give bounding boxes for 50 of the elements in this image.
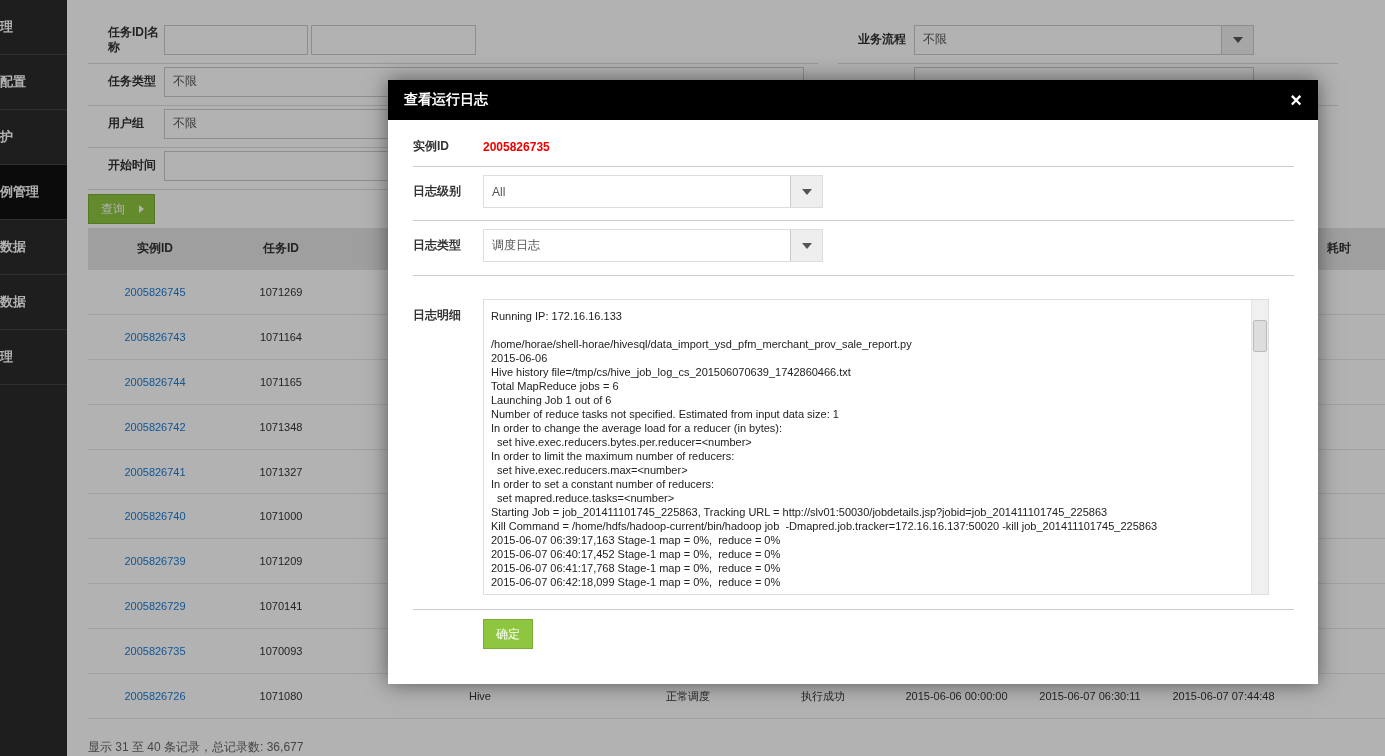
log-line: 2015-06-07 06:40:17,452 Stage-1 map = 0%, reduce = 0% (491, 547, 782, 561)
table-cell-text: 1071165 (259, 375, 303, 388)
log-line: Total MapReduce jobs = 6 (491, 379, 620, 393)
table-cell-text: 执行成功 (799, 688, 846, 704)
field-label: 日志级别 (413, 183, 462, 200)
log-line: 2015-06-06 (491, 351, 549, 365)
log-line: 2015-06-07 06:42:18,099 Stage-1 map = 0%, reduce = 0% (491, 575, 782, 589)
column-header: 任务ID (262, 240, 300, 258)
table-cell-text: Hive (468, 690, 492, 703)
log-line: Number of reduce tasks not specified. Estimated from input data size: 1 (491, 407, 840, 421)
field-label: 开始时间 (108, 158, 157, 173)
table-cell-text: 1071327 (258, 465, 304, 478)
table-cell-text: 2015-06-07 07:44:48 (1171, 690, 1276, 703)
table-cell-text: 1071164 (259, 330, 303, 343)
table-cell-text: 1070093 (258, 645, 304, 658)
log-line: Running IP: 172.16.16.133 (491, 309, 623, 323)
table-cell-text: 1071348 (258, 420, 304, 433)
field-label: 任务类型 (108, 74, 157, 89)
field-label: 用户组 (108, 116, 145, 131)
table-cell-text: 2015-06-06 00:00:00 (904, 690, 1009, 703)
log-line: 2015-06-07 06:39:17,163 Stage-1 map = 0%, reduce = 0% (491, 533, 782, 547)
table-cell-text: 2015-06-07 06:30:11 (1038, 690, 1142, 703)
log-line: set mapred.reduce.tasks=<number> (496, 491, 676, 505)
table-cell-text: 正常调度 (664, 688, 711, 704)
log-line: set hive.exec.reducers.bytes.per.reducer=<number> (496, 435, 753, 449)
log-line: In order to limit the maximum number of reducers: (491, 449, 736, 463)
log-line: Kill Command = /home/hdfs/hadoop-current/bin/hadoop job -Dmapred.job.tracker=172.16.16.137:50020 -kill job_201411101745_225863 (491, 519, 1159, 533)
table-cell-text: 1071209 (258, 555, 304, 568)
pagination-info: 显示 31 至 40 条记录，总记录数: 36,677 (88, 739, 305, 756)
dialog-title: 查看运行日志 (404, 91, 488, 109)
field-label: 业务流程 (858, 32, 907, 47)
log-line: Hive history file=/tmp/cs/hive_job_log_cs_201506070639_1742860466.txt (491, 365, 852, 379)
field-label: 日志明细 (413, 307, 462, 324)
instance-id-value: 2005826735 (483, 139, 550, 154)
log-line: /home/horae/shell-horae/hivesql/data_import_ysd_pfm_merchant_prov_sale_report.py (491, 337, 913, 351)
log-line: In order to set a constant number of reducers: (491, 477, 716, 491)
field-label: 任务ID|名称 (108, 24, 161, 55)
column-header: 耗时 (1325, 240, 1352, 258)
column-header: 实例ID (136, 240, 174, 258)
log-line: set hive.exec.reducers.max=<number> (496, 463, 689, 477)
table-cell-text: 1071000 (258, 510, 304, 523)
table-cell-text: 1070141 (258, 600, 304, 613)
table-cell-text: 1071080 (258, 690, 304, 703)
field-label: 日志类型 (413, 237, 462, 254)
field-label: 实例ID (413, 138, 450, 155)
log-line: Starting Job = job_201411101745_225863, Tracking URL = http://slv01:50030/jobdetails.jsp?jobid=job_201411101745_225863 (491, 505, 1109, 519)
log-line: Launching Job 1 out of 6 (491, 393, 613, 407)
log-line: 2015-06-07 06:41:17,768 Stage-1 map = 0%, reduce = 0% (491, 561, 782, 575)
log-line: In order to change the average load for a reducer (in bytes): (491, 421, 784, 435)
table-cell-text: 1071269 (258, 285, 304, 298)
